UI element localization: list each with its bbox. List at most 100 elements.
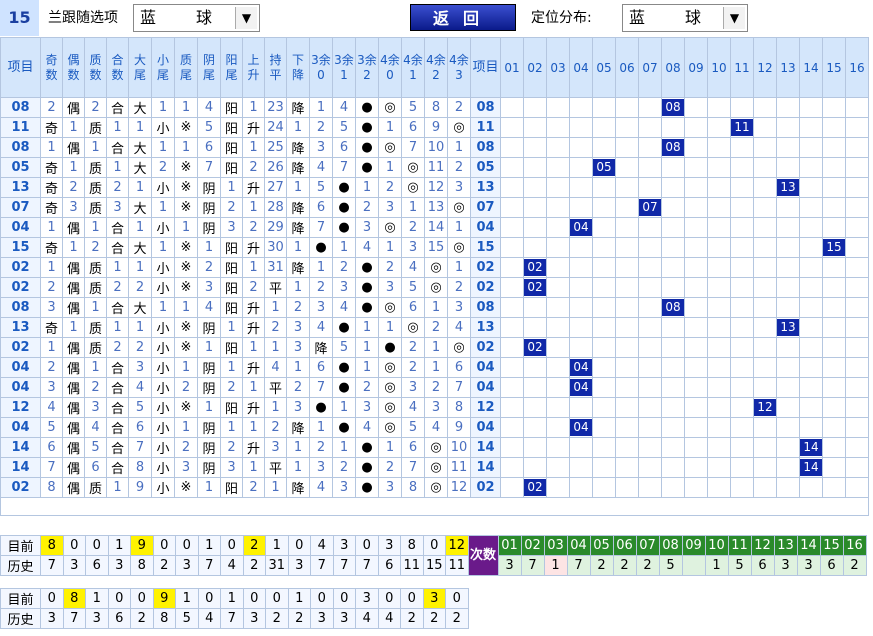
row-cell: 26 (264, 157, 287, 178)
row-cell: 10 (424, 137, 448, 158)
follow-select[interactable]: 蓝 球 ▼ (133, 4, 260, 32)
position-cell (592, 357, 616, 378)
position-cell (661, 317, 685, 338)
row-cell: 阴 (197, 217, 221, 238)
row-cell: 2 (378, 257, 402, 278)
position-select[interactable]: 蓝 球 ▼ (622, 4, 748, 32)
position-header: 05 (592, 37, 616, 98)
position-count: 2 (589, 555, 614, 576)
table-row: 13 奇 1 质 1 1 小 ※ 阴 1 升 2 3 4 ● 1 1 ◎ 2 4 13 13 (0, 317, 869, 338)
position-cell (546, 117, 570, 138)
position-cell (569, 177, 593, 198)
row-cell: 偶 (62, 357, 85, 378)
position-cell (523, 177, 547, 198)
row-cell: 2 (355, 197, 379, 218)
position-cell (592, 437, 616, 458)
chevron-down-icon[interactable]: ▼ (723, 7, 745, 29)
row-cell: 升 (242, 177, 265, 198)
position-cell (638, 337, 662, 358)
current-value: 1 (287, 588, 311, 609)
position-cell (569, 317, 593, 338)
position-cell (500, 97, 524, 118)
row-cell: 1 (62, 317, 85, 338)
position-cell (638, 417, 662, 438)
position-cell (615, 257, 639, 278)
history-value: 4 (220, 555, 244, 576)
history-value: 3 (310, 608, 334, 629)
position-cell (707, 317, 731, 338)
position-cell (615, 417, 639, 438)
row-cell: 合 (106, 97, 129, 118)
row-cell: 合 (106, 357, 129, 378)
row-cell: 小 (151, 117, 175, 138)
row-cell: 3 (264, 437, 287, 458)
table-row: 13 奇 2 质 2 1 小 ※ 阴 1 升 27 1 5 ● 1 2 ◎ 12 3 13 13 (0, 177, 869, 198)
row-cell: 2 (378, 457, 402, 478)
position-header: 10 (704, 535, 729, 556)
row-item: 08 (0, 297, 41, 318)
history-value: 7 (40, 555, 64, 576)
position-cell (845, 357, 869, 378)
row-cell: 5 (401, 97, 425, 118)
row-cell: 1 (378, 157, 402, 178)
row-cell: 偶 (62, 397, 85, 418)
row-cell: 12 (424, 177, 448, 198)
history-label: 历史 (0, 608, 41, 629)
position-cell (822, 177, 846, 198)
position-mark-label: 04 (570, 359, 592, 376)
row-cell: 3 (174, 457, 198, 478)
position-header: 02 (520, 535, 545, 556)
column-header: 偶数 (62, 37, 85, 98)
row-cell: 1 (174, 357, 198, 378)
position-cell (638, 277, 662, 298)
row-cell: 偶 (62, 337, 85, 358)
position-header: 12 (750, 535, 775, 556)
position-cell (845, 277, 869, 298)
position-cell (753, 297, 777, 318)
position-header: 08 (661, 37, 685, 98)
position-count: 3 (796, 555, 821, 576)
row-cell: 1 (197, 397, 221, 418)
current-value: 1 (175, 588, 199, 609)
row-cell: 3 (40, 377, 63, 398)
history-value: 2 (287, 608, 311, 629)
chevron-down-icon[interactable]: ▼ (235, 7, 257, 29)
row-cell: 1 (332, 437, 356, 458)
row-cell: 小 (151, 417, 175, 438)
row-cell: 2 (40, 277, 63, 298)
row-cell: 2 (106, 177, 129, 198)
position-cell (730, 177, 754, 198)
column-header: 质尾 (174, 37, 198, 98)
row-cell: 5 (332, 117, 356, 138)
position-mark-label: 04 (570, 379, 592, 396)
history-value: 4 (377, 608, 401, 629)
row-cell: 1 (309, 417, 333, 438)
row-cell: 降 (286, 197, 310, 218)
row-cell: 小 (151, 457, 175, 478)
table-row: 15 奇 1 2 合大 1 ※ 1 阳升 30 1 ● 1 4 1 3 15 ◎ 15 15 (0, 237, 869, 258)
stats-table: 目前 8 0 0 1 9 0 0 1 0 2 1 0 4 3 0 3 8 0 12 次数 01 02 03 04 05 06 07 08… (0, 535, 867, 576)
position-cell (753, 217, 777, 238)
current-value: 3 (332, 535, 356, 556)
row-cell: 合 (106, 457, 129, 478)
row-cell: ※ (174, 157, 198, 178)
row-cell: 降 (286, 157, 310, 178)
row-cell: 1 (378, 237, 402, 258)
position-cell (776, 457, 800, 478)
row-cell: 3 (378, 477, 402, 498)
row-cell: 4 (332, 97, 356, 118)
back-button[interactable]: 返回 (410, 4, 516, 31)
position-cell (730, 137, 754, 158)
spacer-row (0, 497, 869, 516)
history-value: 2 (152, 555, 176, 576)
position-cell (592, 457, 616, 478)
row-item: 14 (0, 457, 41, 478)
row-cell: ◎ (447, 337, 471, 358)
table-row: 08 2 偶 2 合大 1 1 4 阳 1 23 降 1 4 ● ◎ 5 8 2 08 08 (0, 97, 869, 118)
row-cell: 3 (378, 277, 402, 298)
position-cell (776, 257, 800, 278)
row-cell: 2 (309, 277, 333, 298)
row-cell: 阳 (220, 237, 243, 258)
row-item: 04 (470, 217, 501, 238)
row-cell: ● (355, 297, 379, 318)
